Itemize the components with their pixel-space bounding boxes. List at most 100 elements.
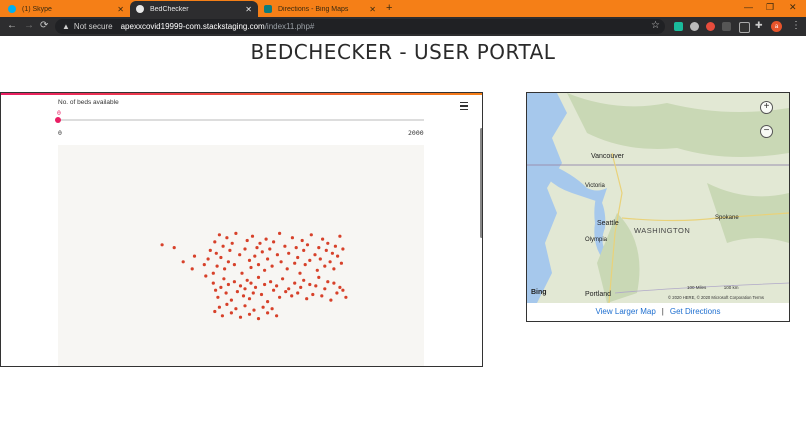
scatter-point[interactable] <box>225 302 229 306</box>
scatter-point[interactable] <box>220 314 224 318</box>
scatter-point[interactable] <box>335 291 339 295</box>
scatter-point[interactable] <box>264 237 268 241</box>
scatter-point[interactable] <box>300 238 304 243</box>
scatter-point[interactable] <box>234 231 238 235</box>
scatter-point[interactable] <box>324 248 328 252</box>
view-larger-map-link[interactable]: View Larger Map <box>595 307 655 316</box>
avatar[interactable]: a <box>771 21 782 32</box>
scatter-point[interactable] <box>272 240 276 244</box>
scatter-point[interactable] <box>219 285 223 289</box>
scatter-point[interactable] <box>309 233 313 237</box>
scatter-point[interactable] <box>243 304 247 308</box>
scatter-point[interactable] <box>217 305 221 309</box>
scatter-point[interactable] <box>287 251 291 255</box>
maximize-icon[interactable]: ❐ <box>766 2 774 13</box>
scatter-point[interactable] <box>211 281 215 285</box>
close-icon[interactable]: ✕ <box>245 5 252 14</box>
close-icon[interactable]: ✕ <box>117 5 124 14</box>
scatter-point[interactable] <box>192 254 197 258</box>
scatter-point[interactable] <box>229 298 233 302</box>
scatter-point[interactable] <box>311 292 315 297</box>
map-canvas[interactable] <box>527 93 789 303</box>
zoom-in-button[interactable]: + <box>760 101 773 114</box>
scatter-point[interactable] <box>326 280 330 284</box>
scatter-point[interactable] <box>206 257 210 261</box>
scatter-point[interactable] <box>278 231 282 235</box>
scatter-point[interactable] <box>245 238 249 243</box>
close-icon[interactable]: ✕ <box>369 5 376 14</box>
scatter-point[interactable] <box>219 255 223 260</box>
scatter-point[interactable] <box>228 248 232 252</box>
scatter-point[interactable] <box>230 241 234 245</box>
scatter-point[interactable] <box>217 233 221 237</box>
scatter-point[interactable] <box>302 248 306 252</box>
scatter-point[interactable] <box>275 314 279 318</box>
scatter-point[interactable] <box>243 247 247 251</box>
scatter-point[interactable] <box>160 243 164 247</box>
scatter-point[interactable] <box>263 282 267 287</box>
scatter-point[interactable] <box>213 240 217 244</box>
scatter-point[interactable] <box>285 267 289 271</box>
scatter-point[interactable] <box>238 253 242 257</box>
tab-skype[interactable]: (1) Skype ✕ <box>2 1 130 17</box>
extension-icon[interactable] <box>722 22 731 31</box>
scatter-point[interactable] <box>208 248 212 252</box>
scatter-point[interactable] <box>241 294 246 298</box>
scatter-point[interactable] <box>226 260 230 264</box>
scatter-point[interactable] <box>287 287 291 291</box>
scatter-point[interactable] <box>252 308 256 312</box>
scatter-point[interactable] <box>226 282 230 287</box>
scatter-point[interactable] <box>278 295 282 299</box>
scatter-point[interactable] <box>332 267 336 271</box>
scatter-point[interactable] <box>268 247 272 251</box>
scatter-point[interactable] <box>261 305 265 309</box>
scatter-point[interactable] <box>181 260 185 264</box>
scatter-point[interactable] <box>305 297 309 301</box>
scatter-point[interactable] <box>296 255 300 260</box>
scatter-point[interactable] <box>213 309 217 314</box>
scatter-point[interactable] <box>172 246 176 250</box>
scrollbar[interactable] <box>480 128 482 238</box>
scatter-point[interactable] <box>234 307 238 311</box>
scatter-point[interactable] <box>296 291 300 295</box>
scatter-point[interactable] <box>211 271 215 275</box>
scatter-point[interactable] <box>215 264 219 268</box>
scatter-point[interactable] <box>317 275 321 279</box>
scatter-point[interactable] <box>250 234 255 238</box>
scatter-point[interactable] <box>238 315 243 319</box>
scatter-point[interactable] <box>225 236 229 240</box>
scatter-point[interactable] <box>275 253 279 257</box>
scatter-point[interactable] <box>321 237 325 241</box>
scatter-point[interactable] <box>294 246 298 250</box>
scatter-point[interactable] <box>247 297 252 301</box>
scatter-point[interactable] <box>314 284 318 288</box>
scatter-point[interactable] <box>263 268 267 272</box>
scatter-point[interactable] <box>258 241 262 245</box>
scatter-point[interactable] <box>317 246 321 250</box>
scatter-point[interactable] <box>270 307 274 311</box>
scatter-point[interactable] <box>338 285 342 289</box>
scatter-point[interactable] <box>341 288 345 292</box>
scatter-point[interactable] <box>240 271 244 275</box>
scatter-point[interactable] <box>259 292 264 297</box>
scatter-point[interactable] <box>330 251 334 255</box>
zoom-out-button[interactable]: − <box>760 125 773 138</box>
scatter-point[interactable] <box>214 288 218 292</box>
scatter-point[interactable] <box>269 280 273 284</box>
tab-bing-maps[interactable]: Directions - Bing Maps ✕ <box>258 1 382 17</box>
scatter-point[interactable] <box>329 298 333 302</box>
scatter-point[interactable] <box>238 284 243 288</box>
scatter-point[interactable] <box>251 291 255 295</box>
scatter-point[interactable] <box>260 250 264 254</box>
scatter-point[interactable] <box>202 263 206 267</box>
scatter-point[interactable] <box>290 294 294 298</box>
scatter-point[interactable] <box>245 278 249 282</box>
extension-icon[interactable] <box>674 22 683 31</box>
menu-kebab-icon[interactable]: ⋮ <box>791 20 801 31</box>
bookmark-star-icon[interactable]: ☆ <box>651 20 660 31</box>
scatter-point[interactable] <box>339 261 343 265</box>
scatter-point[interactable] <box>344 295 348 299</box>
scatter-point[interactable] <box>308 282 312 287</box>
scatter-point[interactable] <box>323 264 327 268</box>
scatter-point[interactable] <box>247 312 252 316</box>
